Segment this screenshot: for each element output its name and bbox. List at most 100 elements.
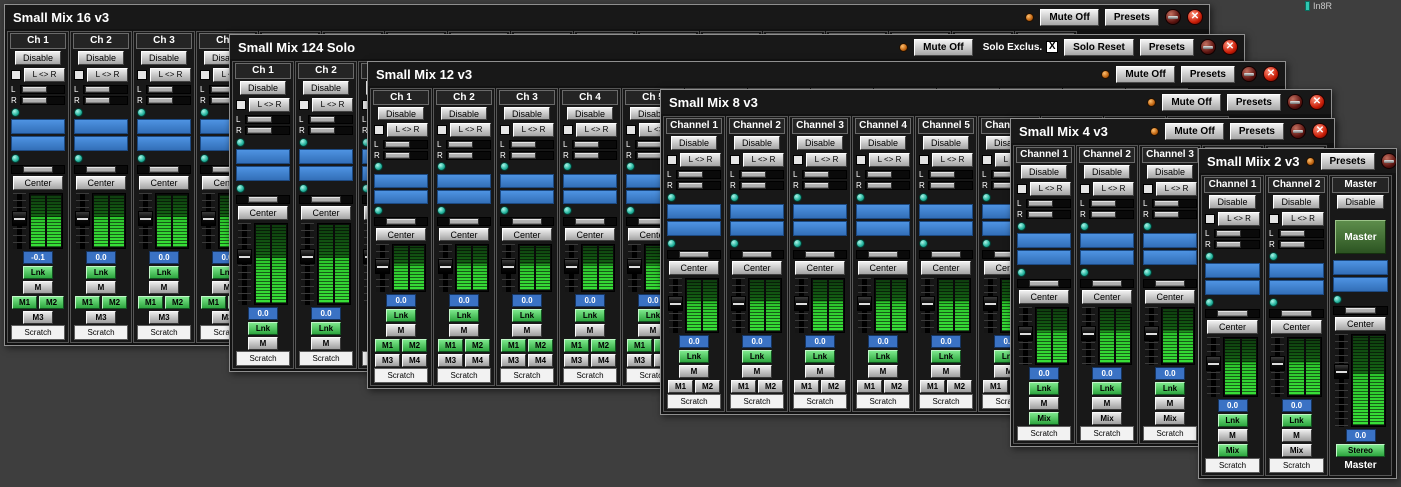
lr-link-checkbox[interactable]	[11, 70, 21, 80]
scratch-field[interactable]: Scratch	[437, 368, 491, 383]
fader-handle[interactable]	[1334, 364, 1349, 379]
disable-button[interactable]: Disable	[15, 51, 61, 65]
slider-handle[interactable]	[511, 141, 536, 148]
m4-button[interactable]: M4	[402, 354, 427, 367]
volume-fader[interactable]	[139, 193, 152, 249]
mix-button[interactable]: Mix	[1092, 412, 1122, 425]
lnk-button[interactable]: Lnk	[742, 350, 772, 363]
lnk-button[interactable]: Lnk	[512, 309, 542, 322]
scratch-field[interactable]: Scratch	[1080, 426, 1134, 441]
volume-fader[interactable]	[858, 278, 871, 333]
disable-button[interactable]: Disable	[1147, 165, 1193, 179]
lr-swap-button[interactable]: L <> R	[1218, 212, 1260, 226]
lr-link-checkbox[interactable]	[299, 100, 309, 110]
slider-handle[interactable]	[931, 251, 961, 258]
m-button[interactable]: M	[931, 365, 961, 378]
lnk-button[interactable]: Lnk	[931, 350, 961, 363]
slider-handle[interactable]	[575, 218, 605, 225]
fader-handle[interactable]	[983, 296, 998, 311]
left-level-slider[interactable]	[1214, 229, 1260, 238]
slider-handle[interactable]	[930, 182, 955, 189]
left-level-slider[interactable]	[146, 85, 191, 94]
slider-handle[interactable]	[1154, 200, 1179, 207]
scratch-field[interactable]: Scratch	[563, 368, 617, 383]
pan-slider[interactable]	[1080, 279, 1134, 288]
right-level-slider[interactable]	[1152, 210, 1197, 219]
right-level-slider[interactable]	[865, 181, 910, 190]
slider-handle[interactable]	[1280, 241, 1306, 248]
m2-button[interactable]: M2	[758, 380, 783, 393]
m4-button[interactable]: M4	[591, 354, 616, 367]
lr-swap-button[interactable]: L <> R	[1156, 182, 1197, 196]
slider-handle[interactable]	[385, 141, 410, 148]
lr-link-checkbox[interactable]	[1080, 184, 1090, 194]
pan-center-button[interactable]: Center	[565, 228, 615, 241]
fader-handle[interactable]	[501, 259, 516, 274]
volume-fader[interactable]	[1335, 334, 1348, 427]
left-level-slider[interactable]	[245, 115, 290, 124]
right-level-slider[interactable]	[20, 96, 65, 105]
volume-fader[interactable]	[1271, 337, 1284, 397]
m4-button[interactable]: M4	[528, 354, 553, 367]
volume-fader[interactable]	[376, 244, 389, 292]
m-button[interactable]: M	[1092, 397, 1122, 410]
left-level-slider[interactable]	[928, 170, 973, 179]
slider-handle[interactable]	[868, 251, 898, 258]
right-level-slider[interactable]	[308, 126, 353, 135]
right-level-slider[interactable]	[928, 181, 973, 190]
close-button[interactable]: ✕	[1309, 94, 1325, 110]
gain-value[interactable]: 0.0	[1155, 367, 1185, 380]
lr-swap-button[interactable]: L <> R	[869, 153, 910, 167]
disable-button[interactable]: Disable	[303, 81, 349, 95]
pan-center-button[interactable]: Center	[1271, 320, 1322, 334]
lr-swap-button[interactable]: L <> R	[249, 98, 290, 112]
volume-fader[interactable]	[732, 278, 745, 333]
pan-center-button[interactable]: Center	[858, 261, 908, 275]
scratch-field[interactable]: Scratch	[1205, 458, 1260, 473]
pan-center-button[interactable]: Center	[1082, 290, 1132, 304]
lnk-button[interactable]: Lnk	[449, 309, 479, 322]
slider-handle[interactable]	[310, 116, 335, 123]
slider-handle[interactable]	[85, 97, 110, 104]
gain-value[interactable]: 0.0	[311, 307, 341, 320]
lnk-button[interactable]: Lnk	[1218, 414, 1248, 427]
slider-handle[interactable]	[1217, 310, 1248, 317]
slider-handle[interactable]	[311, 196, 341, 203]
slider-handle[interactable]	[741, 182, 766, 189]
volume-fader[interactable]	[565, 244, 578, 292]
left-level-slider[interactable]	[676, 170, 721, 179]
left-level-slider[interactable]	[20, 85, 65, 94]
right-level-slider[interactable]	[146, 96, 191, 105]
lnk-button[interactable]: Lnk	[23, 266, 53, 279]
presets-button[interactable]: Presets	[1140, 39, 1194, 56]
m1-button[interactable]: M1	[201, 296, 226, 309]
scratch-field[interactable]: Scratch	[74, 325, 128, 340]
scratch-field[interactable]: Scratch	[856, 394, 910, 409]
pan-slider[interactable]	[437, 217, 491, 226]
m1-button[interactable]: M1	[501, 339, 526, 352]
slider-handle[interactable]	[742, 251, 772, 258]
pan-center-button[interactable]: Center	[376, 228, 426, 241]
gain-value[interactable]: 0.0	[449, 294, 479, 307]
volume-fader[interactable]	[439, 244, 452, 292]
fader-handle[interactable]	[138, 211, 153, 226]
m2-button[interactable]: M2	[465, 339, 490, 352]
m-button[interactable]: M	[1029, 397, 1059, 410]
volume-fader[interactable]	[202, 193, 215, 249]
m2-button[interactable]: M2	[402, 339, 427, 352]
left-level-slider[interactable]	[865, 170, 910, 179]
pan-slider[interactable]	[374, 217, 428, 226]
slider-handle[interactable]	[1345, 307, 1376, 314]
m1-button[interactable]: M1	[138, 296, 163, 309]
m2-button[interactable]: M2	[39, 296, 64, 309]
pan-center-button[interactable]: Center	[301, 206, 351, 220]
m1-button[interactable]: M1	[731, 380, 756, 393]
titlebar[interactable]: Small Mix 16 v3 Mute Off Presets ✕	[5, 5, 1209, 29]
m-button[interactable]: M	[1282, 429, 1312, 442]
fader-handle[interactable]	[12, 211, 27, 226]
left-level-slider[interactable]	[1278, 229, 1324, 238]
gain-value[interactable]: 0.0	[868, 335, 898, 348]
right-level-slider[interactable]	[1278, 240, 1324, 249]
m-button[interactable]: M	[575, 324, 605, 337]
right-level-slider[interactable]	[1089, 210, 1134, 219]
